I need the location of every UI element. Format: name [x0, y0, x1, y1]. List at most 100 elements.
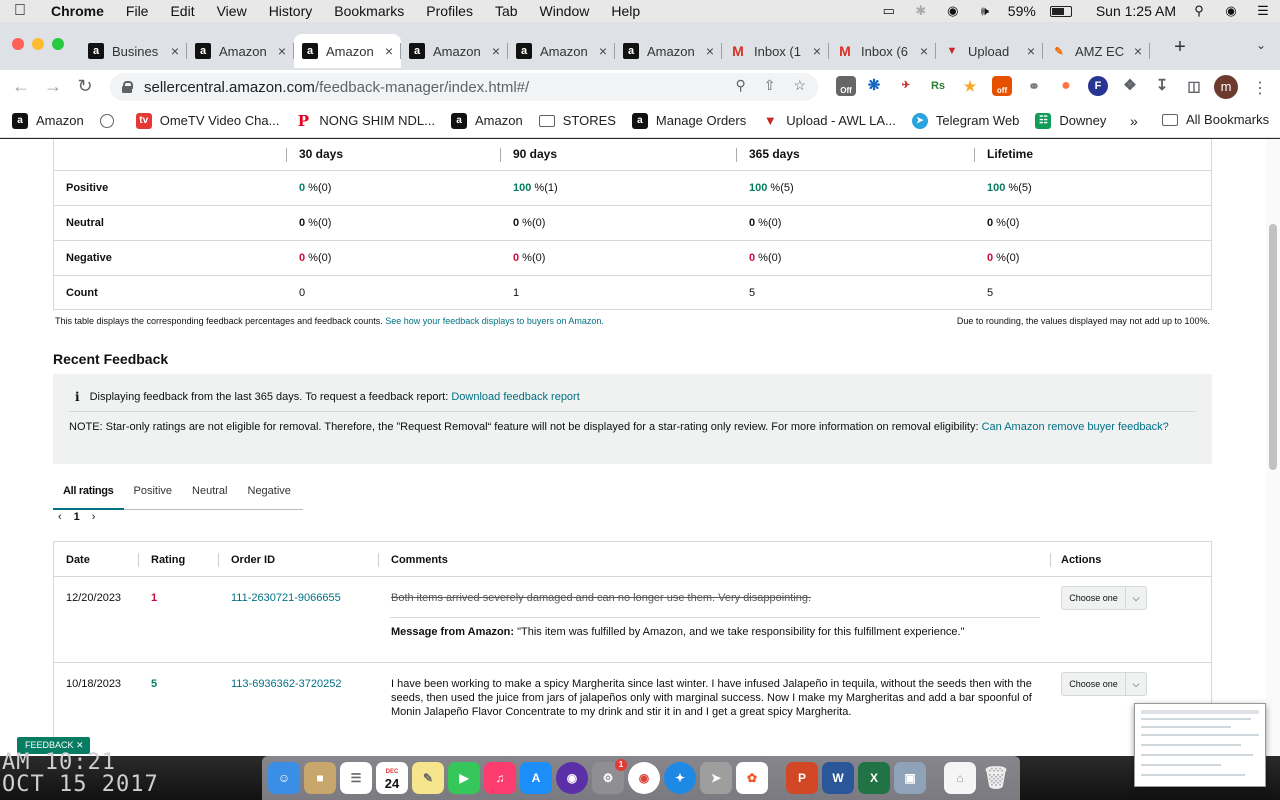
- menu-tab[interactable]: Tab: [484, 3, 529, 19]
- share-icon[interactable]: ⇧: [764, 77, 776, 94]
- removal-eligibility-link[interactable]: Can Amazon remove buyer feedback?: [982, 421, 1169, 433]
- wifi-icon[interactable]: ◉: [944, 4, 962, 18]
- bookmark-nong-shim[interactable]: P NONG SHIM NDL...: [295, 112, 435, 130]
- all-bookmarks-button[interactable]: All Bookmarks: [1162, 112, 1269, 127]
- download-icon[interactable]: ↧: [1152, 76, 1172, 96]
- back-arrow-icon[interactable]: ←: [10, 76, 32, 97]
- menu-window[interactable]: Window: [529, 3, 601, 19]
- control-center-icon[interactable]: ☰: [1254, 4, 1272, 18]
- bookmark-ometv[interactable]: tv OmeTV Video Cha...: [135, 112, 279, 129]
- menu-view[interactable]: View: [206, 3, 258, 19]
- order-id-link[interactable]: 111-2630721-9066655: [231, 592, 341, 604]
- close-tab-icon[interactable]: ×: [1027, 43, 1035, 59]
- extension-rs-icon[interactable]: Rs: [928, 76, 948, 96]
- reload-icon[interactable]: ↻: [74, 76, 96, 97]
- notes-icon[interactable]: ✎: [412, 762, 444, 794]
- zoom-window-button[interactable]: [52, 38, 64, 50]
- volume-icon[interactable]: 🕪: [976, 4, 994, 18]
- extension-off-icon[interactable]: Off: [836, 76, 856, 96]
- safari-icon[interactable]: ✦: [664, 762, 696, 794]
- bookmark-globe[interactable]: [99, 113, 122, 128]
- close-tab-icon[interactable]: ×: [385, 43, 393, 59]
- browser-tab[interactable]: a Amazon ×: [187, 34, 294, 68]
- buyer-display-link[interactable]: See how your feedback displays to buyers…: [385, 316, 604, 326]
- apple-icon[interactable]: : [0, 2, 40, 20]
- menu-bookmarks[interactable]: Bookmarks: [323, 3, 415, 19]
- system-preferences-icon[interactable]: ⚙ 1: [592, 759, 627, 794]
- bookmark-manage-orders[interactable]: a Manage Orders: [631, 112, 746, 129]
- bookmark-upload-awl[interactable]: ▼ Upload - AWL LA...: [762, 113, 896, 129]
- lock-icon[interactable]: [122, 81, 133, 93]
- previous-page-chevron-icon[interactable]: ‹: [58, 511, 62, 523]
- bookmark-telegram[interactable]: ➤ Telegram Web: [911, 112, 1019, 129]
- zoom-search-icon[interactable]: ⚲: [735, 77, 745, 94]
- chrome-menu-icon[interactable]: ⋮: [1252, 78, 1268, 98]
- order-id-link[interactable]: 113-6936362-3720252: [231, 678, 342, 690]
- launchpad-icon[interactable]: ➤: [700, 762, 732, 794]
- excel-icon[interactable]: X: [858, 762, 890, 794]
- forward-arrow-icon[interactable]: →: [42, 76, 64, 97]
- downloads-stack-icon[interactable]: ⌂: [944, 762, 976, 794]
- reminders-icon[interactable]: ☰: [340, 762, 372, 794]
- address-bar[interactable]: sellercentral.amazon.com/feedback-manage…: [110, 73, 818, 101]
- extension-firefox-icon[interactable]: ●: [1056, 76, 1076, 96]
- close-tab-icon[interactable]: ×: [706, 43, 714, 59]
- close-window-button[interactable]: [12, 38, 24, 50]
- download-feedback-report-link[interactable]: Download feedback report: [451, 391, 579, 403]
- music-icon[interactable]: ♫: [484, 762, 516, 794]
- minimize-window-button[interactable]: [32, 38, 44, 50]
- bookmark-star-icon[interactable]: ☆: [793, 77, 806, 94]
- extension-star-icon[interactable]: ★: [960, 76, 980, 96]
- bookmark-folder-stores[interactable]: STORES: [538, 113, 616, 128]
- tab-neutral[interactable]: Neutral: [182, 476, 237, 510]
- page-scrollbar[interactable]: [1266, 139, 1280, 756]
- bookmark-amazon-2[interactable]: a Amazon: [451, 112, 523, 129]
- menu-app-chrome[interactable]: Chrome: [40, 3, 115, 19]
- bookmark-downey[interactable]: ☷ Downey: [1035, 112, 1106, 129]
- chrome-icon[interactable]: ◉: [628, 762, 660, 794]
- siri-dock-icon[interactable]: ◉: [556, 762, 588, 794]
- close-tab-icon[interactable]: ×: [492, 43, 500, 59]
- bookmark-amazon[interactable]: a Amazon: [12, 112, 84, 129]
- browser-tab[interactable]: a Amazon ×: [615, 34, 722, 68]
- spotlight-search-icon[interactable]: ⚲: [1190, 4, 1208, 18]
- extension-gear-blue-icon[interactable]: ❋: [864, 76, 884, 96]
- powerpoint-icon[interactable]: P: [786, 762, 818, 794]
- finder-icon[interactable]: ☺: [268, 762, 300, 794]
- tab-all-ratings[interactable]: All ratings: [53, 476, 124, 510]
- new-tab-button[interactable]: +: [1170, 36, 1190, 59]
- photos-icon[interactable]: ✿: [736, 762, 768, 794]
- close-tab-icon[interactable]: ×: [1134, 43, 1142, 59]
- screenshot-preview-thumbnail[interactable]: [1134, 703, 1266, 787]
- menu-help[interactable]: Help: [600, 3, 651, 19]
- browser-tab[interactable]: M Inbox (6 ×: [829, 34, 936, 68]
- browser-tab[interactable]: M Inbox (1 ×: [722, 34, 829, 68]
- menu-file[interactable]: File: [115, 3, 160, 19]
- app-store-icon[interactable]: A: [520, 762, 552, 794]
- facetime-icon[interactable]: ▶: [448, 762, 480, 794]
- extension-sales-icon[interactable]: ✈: [896, 76, 916, 96]
- scrollbar-thumb[interactable]: [1269, 224, 1277, 470]
- profile-avatar[interactable]: m: [1214, 75, 1238, 99]
- browser-tab[interactable]: ✎ AMZ EC ×: [1043, 34, 1150, 68]
- preview-icon[interactable]: ▣: [894, 762, 926, 794]
- browser-tab[interactable]: a Amazon ×: [508, 34, 615, 68]
- browser-tab[interactable]: ▼ Upload ×: [936, 34, 1043, 68]
- close-tab-icon[interactable]: ×: [813, 43, 821, 59]
- tab-negative[interactable]: Negative: [238, 476, 301, 510]
- word-icon[interactable]: W: [822, 762, 854, 794]
- extension-coupon-off-icon[interactable]: off: [992, 76, 1012, 96]
- battery-icon[interactable]: [1049, 5, 1072, 17]
- tab-positive[interactable]: Positive: [124, 476, 183, 510]
- menu-profiles[interactable]: Profiles: [415, 3, 484, 19]
- airplay-icon[interactable]: ▭: [880, 4, 898, 18]
- siri-icon[interactable]: ◉: [1222, 4, 1240, 18]
- browser-tab[interactable]: a Amazon ×: [401, 34, 508, 68]
- menubar-clock[interactable]: Sun 1:25 AM: [1096, 3, 1176, 19]
- close-tab-icon[interactable]: ×: [920, 43, 928, 59]
- menu-history[interactable]: History: [258, 3, 324, 19]
- action-dropdown[interactable]: Choose one ⌵: [1061, 672, 1147, 696]
- next-page-chevron-icon[interactable]: ›: [92, 511, 96, 523]
- close-tab-icon[interactable]: ×: [171, 43, 179, 59]
- bookmarks-overflow-icon[interactable]: »: [1130, 113, 1138, 129]
